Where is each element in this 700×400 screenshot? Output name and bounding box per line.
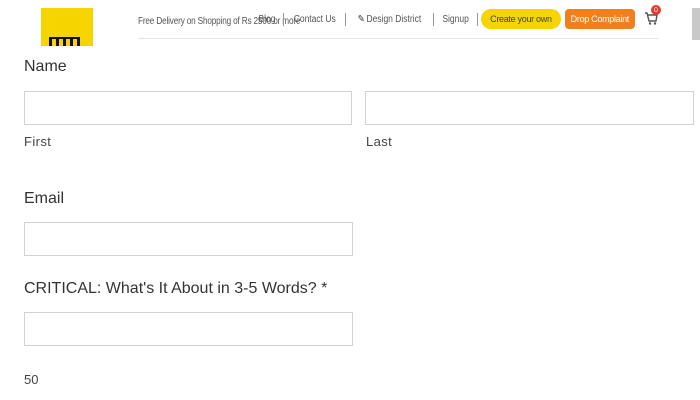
critical-label: CRITICAL: What's It About in 3-5 Words? … [24, 280, 327, 298]
last-name-input[interactable] [365, 91, 694, 125]
email-input[interactable] [24, 222, 353, 256]
nav-separator [432, 12, 434, 26]
pencil-icon: ✎ [357, 13, 365, 25]
last-name-sublabel: Last [366, 134, 393, 149]
brand-logo[interactable] [41, 8, 93, 46]
cart-count-badge: 0 [651, 5, 661, 15]
required-marker: * [321, 280, 328, 297]
nav-separator [477, 12, 479, 26]
nav-blog-link[interactable]: Blog [253, 14, 280, 25]
header-divider [138, 38, 658, 39]
nav-separator [282, 12, 284, 26]
cart-button[interactable]: 0 [644, 5, 661, 28]
nav-design-district-link[interactable]: ✎ Design District [353, 14, 427, 25]
nav-signup-link[interactable]: Signup [437, 14, 474, 25]
logo-mark-icon [49, 30, 87, 46]
name-label: Name [24, 58, 67, 75]
character-count: 50 [24, 372, 39, 387]
drop-complaint-button[interactable]: Drop Complaint [564, 9, 635, 29]
critical-label-text: CRITICAL: What's It About in 3-5 Words? [24, 280, 317, 297]
email-label: Email [24, 190, 65, 207]
critical-words-input[interactable] [24, 312, 353, 346]
scrollbar-thumb[interactable] [692, 8, 700, 40]
first-name-input[interactable] [24, 91, 352, 125]
nav-separator [345, 12, 347, 26]
nav-design-district-label: Design District [366, 13, 422, 25]
nav-contact-link[interactable]: Contact Us [288, 14, 340, 25]
create-your-own-button[interactable]: Create your own [481, 9, 561, 29]
top-nav: Blog Contact Us ✎ Design District Signup … [251, 5, 661, 30]
first-name-sublabel: First [24, 134, 52, 149]
